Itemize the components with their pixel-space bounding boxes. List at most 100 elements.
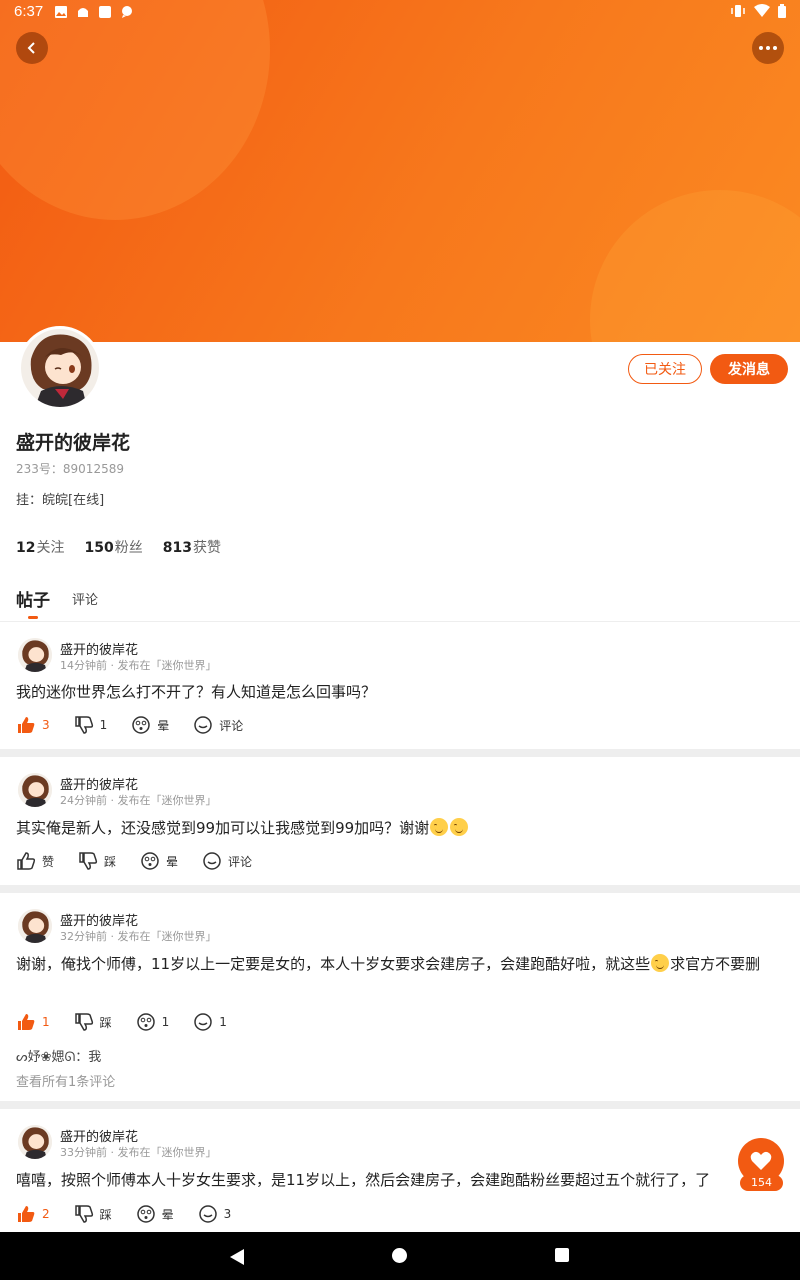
comment-icon <box>194 1013 213 1031</box>
thumbs-up-icon <box>17 852 36 870</box>
post-actions: 1 踩 1 1 <box>16 1011 251 1033</box>
wifi-icon <box>754 4 770 22</box>
post-author[interactable]: 盛开的彼岸花 <box>60 910 138 929</box>
comment-icon <box>198 1205 217 1223</box>
post-separator <box>0 885 800 893</box>
dislike-button[interactable]: 踩 <box>78 851 116 871</box>
comment-button[interactable]: 1 <box>193 1012 227 1032</box>
thumbs-down-icon <box>79 852 98 870</box>
dizzy-face-icon <box>136 1013 155 1031</box>
profile-avatar[interactable] <box>18 326 102 410</box>
post-separator <box>0 749 800 757</box>
smile-emoji-icon <box>651 954 670 972</box>
banner-decoration <box>0 0 270 220</box>
more-dots-icon <box>759 46 777 50</box>
notification-icons <box>54 5 134 19</box>
status-bar: 6:37 <box>0 0 800 24</box>
android-icon <box>76 5 90 19</box>
post-avatar[interactable] <box>18 909 52 943</box>
post-text[interactable]: 嘻嘻，按照个师傅本人十岁女生要求，是11岁以上，然后会建房子，会建跑酷粉丝要超过… <box>16 1167 786 1193</box>
more-button[interactable] <box>752 32 784 64</box>
thumbs-down-icon <box>74 716 93 734</box>
banner-decoration <box>590 190 800 342</box>
thumbs-up-filled-icon <box>18 1206 35 1222</box>
dizzy-face-icon <box>136 1205 155 1223</box>
post-item[interactable]: 盛开的彼岸花 24分钟前 · 发布在「迷你世界」 其实俺是新人，还没感觉到99加… <box>0 757 800 885</box>
post-separator <box>0 1101 800 1109</box>
image-icon <box>54 5 68 19</box>
post-meta: 33分钟前 · 发布在「迷你世界」 <box>60 1146 217 1159</box>
profile-banner <box>0 0 800 342</box>
followed-button[interactable]: 已关注 <box>628 354 702 384</box>
post-actions: 3 1 晕 评论 <box>16 714 267 736</box>
post-item[interactable]: 盛开的彼岸花 14分钟前 · 发布在「迷你世界」 我的迷你世界怎么打不开了？有人… <box>0 622 800 748</box>
thumbs-down-icon <box>74 1205 93 1223</box>
nav-back-icon[interactable] <box>230 1249 244 1265</box>
post-text[interactable]: 谢谢，俺找个师傅，11岁以上一定要是女的，本人十岁女要求会建房子，会建跑酷好啦，… <box>16 951 786 977</box>
post-meta: 14分钟前 · 发布在「迷你世界」 <box>60 659 217 672</box>
dislike-button[interactable]: 踩 <box>74 1012 112 1032</box>
back-button[interactable] <box>16 32 48 64</box>
dislike-button[interactable]: 1 <box>74 715 107 735</box>
tab-indicator <box>28 616 38 619</box>
post-avatar[interactable] <box>18 1125 52 1159</box>
smile-emoji-icon <box>450 818 469 836</box>
smile-emoji-icon <box>430 818 449 836</box>
comment-preview[interactable]: ᔕ妤❀媤ᘏ：我 <box>16 1046 101 1065</box>
profile-stats: 12关注 150粉丝 813获赞 <box>16 537 221 557</box>
post-actions: 2 踩 晕 3 <box>16 1203 255 1225</box>
tab-comments[interactable]: 评论 <box>72 589 98 608</box>
thumbs-up-filled-icon <box>18 717 35 733</box>
profile-name: 盛开的彼岸花 <box>16 432 131 454</box>
post-meta: 32分钟前 · 发布在「迷你世界」 <box>60 930 217 943</box>
comment-button[interactable]: 评论 <box>193 715 243 735</box>
status-time: 6:37 <box>14 3 44 20</box>
profile-bio: 挂：皖皖[在线] <box>16 493 105 508</box>
post-text[interactable]: 我的迷你世界怎么打不开了？有人知道是怎么回事吗？ <box>16 679 786 705</box>
heart-icon <box>750 1151 772 1170</box>
comment-author[interactable]: ᔕ妤❀媤ᘏ <box>16 1050 75 1065</box>
profile-uid: 233号：89012589 <box>16 462 124 476</box>
dizzy-button[interactable]: 晕 <box>131 715 169 735</box>
post-item[interactable]: 盛开的彼岸花 33分钟前 · 发布在「迷你世界」 嘻嘻，按照个师傅本人十岁女生要… <box>0 1109 800 1232</box>
post-avatar[interactable] <box>18 773 52 807</box>
post-meta: 24分钟前 · 发布在「迷你世界」 <box>60 794 217 807</box>
view-all-comments-link[interactable]: 查看所有1条评论 <box>16 1071 115 1090</box>
like-button[interactable]: 1 <box>16 1012 50 1032</box>
post-author[interactable]: 盛开的彼岸花 <box>60 1126 138 1145</box>
floating-like-count: 154 <box>740 1175 783 1191</box>
thumbs-up-filled-icon <box>18 1014 35 1030</box>
dizzy-face-icon <box>132 716 151 734</box>
post-text[interactable]: 其实俺是新人，还没感觉到99加可以让我感觉到99加吗？谢谢 <box>16 815 786 841</box>
profile-tabs: 帖子 评论 <box>0 580 800 622</box>
post-author[interactable]: 盛开的彼岸花 <box>60 774 138 793</box>
post-author[interactable]: 盛开的彼岸花 <box>60 639 138 658</box>
like-button[interactable]: 2 <box>16 1204 50 1224</box>
fans-stat[interactable]: 150粉丝 <box>84 537 142 557</box>
nav-recents-icon[interactable] <box>555 1248 569 1262</box>
chat-icon <box>120 5 134 19</box>
dizzy-button[interactable]: 晕 <box>136 1204 174 1224</box>
comment-icon <box>203 852 221 870</box>
dizzy-button[interactable]: 晕 <box>140 851 178 871</box>
dizzy-button[interactable]: 1 <box>136 1012 169 1032</box>
vibrate-icon <box>730 4 746 22</box>
dislike-button[interactable]: 踩 <box>74 1204 112 1224</box>
comment-button[interactable]: 评论 <box>202 851 252 871</box>
post-actions: 赞 踩 晕 评论 <box>16 850 276 872</box>
like-button[interactable]: 3 <box>16 715 50 735</box>
send-message-button[interactable]: 发消息 <box>710 354 788 384</box>
thumbs-down-icon <box>74 1013 93 1031</box>
dizzy-face-icon <box>141 852 159 870</box>
likes-stat: 813获赞 <box>162 540 221 556</box>
like-button[interactable]: 赞 <box>16 851 54 871</box>
post-avatar[interactable] <box>18 638 52 672</box>
following-stat[interactable]: 12关注 <box>16 537 64 557</box>
post-item[interactable]: 盛开的彼岸花 32分钟前 · 发布在「迷你世界」 谢谢，俺找个师傅，11岁以上一… <box>0 893 800 1101</box>
chevron-left-icon <box>27 42 35 54</box>
system-icons <box>730 4 786 22</box>
tab-posts[interactable]: 帖子 <box>16 586 50 611</box>
comment-button[interactable]: 3 <box>198 1204 231 1224</box>
nav-home-icon[interactable] <box>392 1248 407 1263</box>
battery-icon <box>778 4 786 22</box>
